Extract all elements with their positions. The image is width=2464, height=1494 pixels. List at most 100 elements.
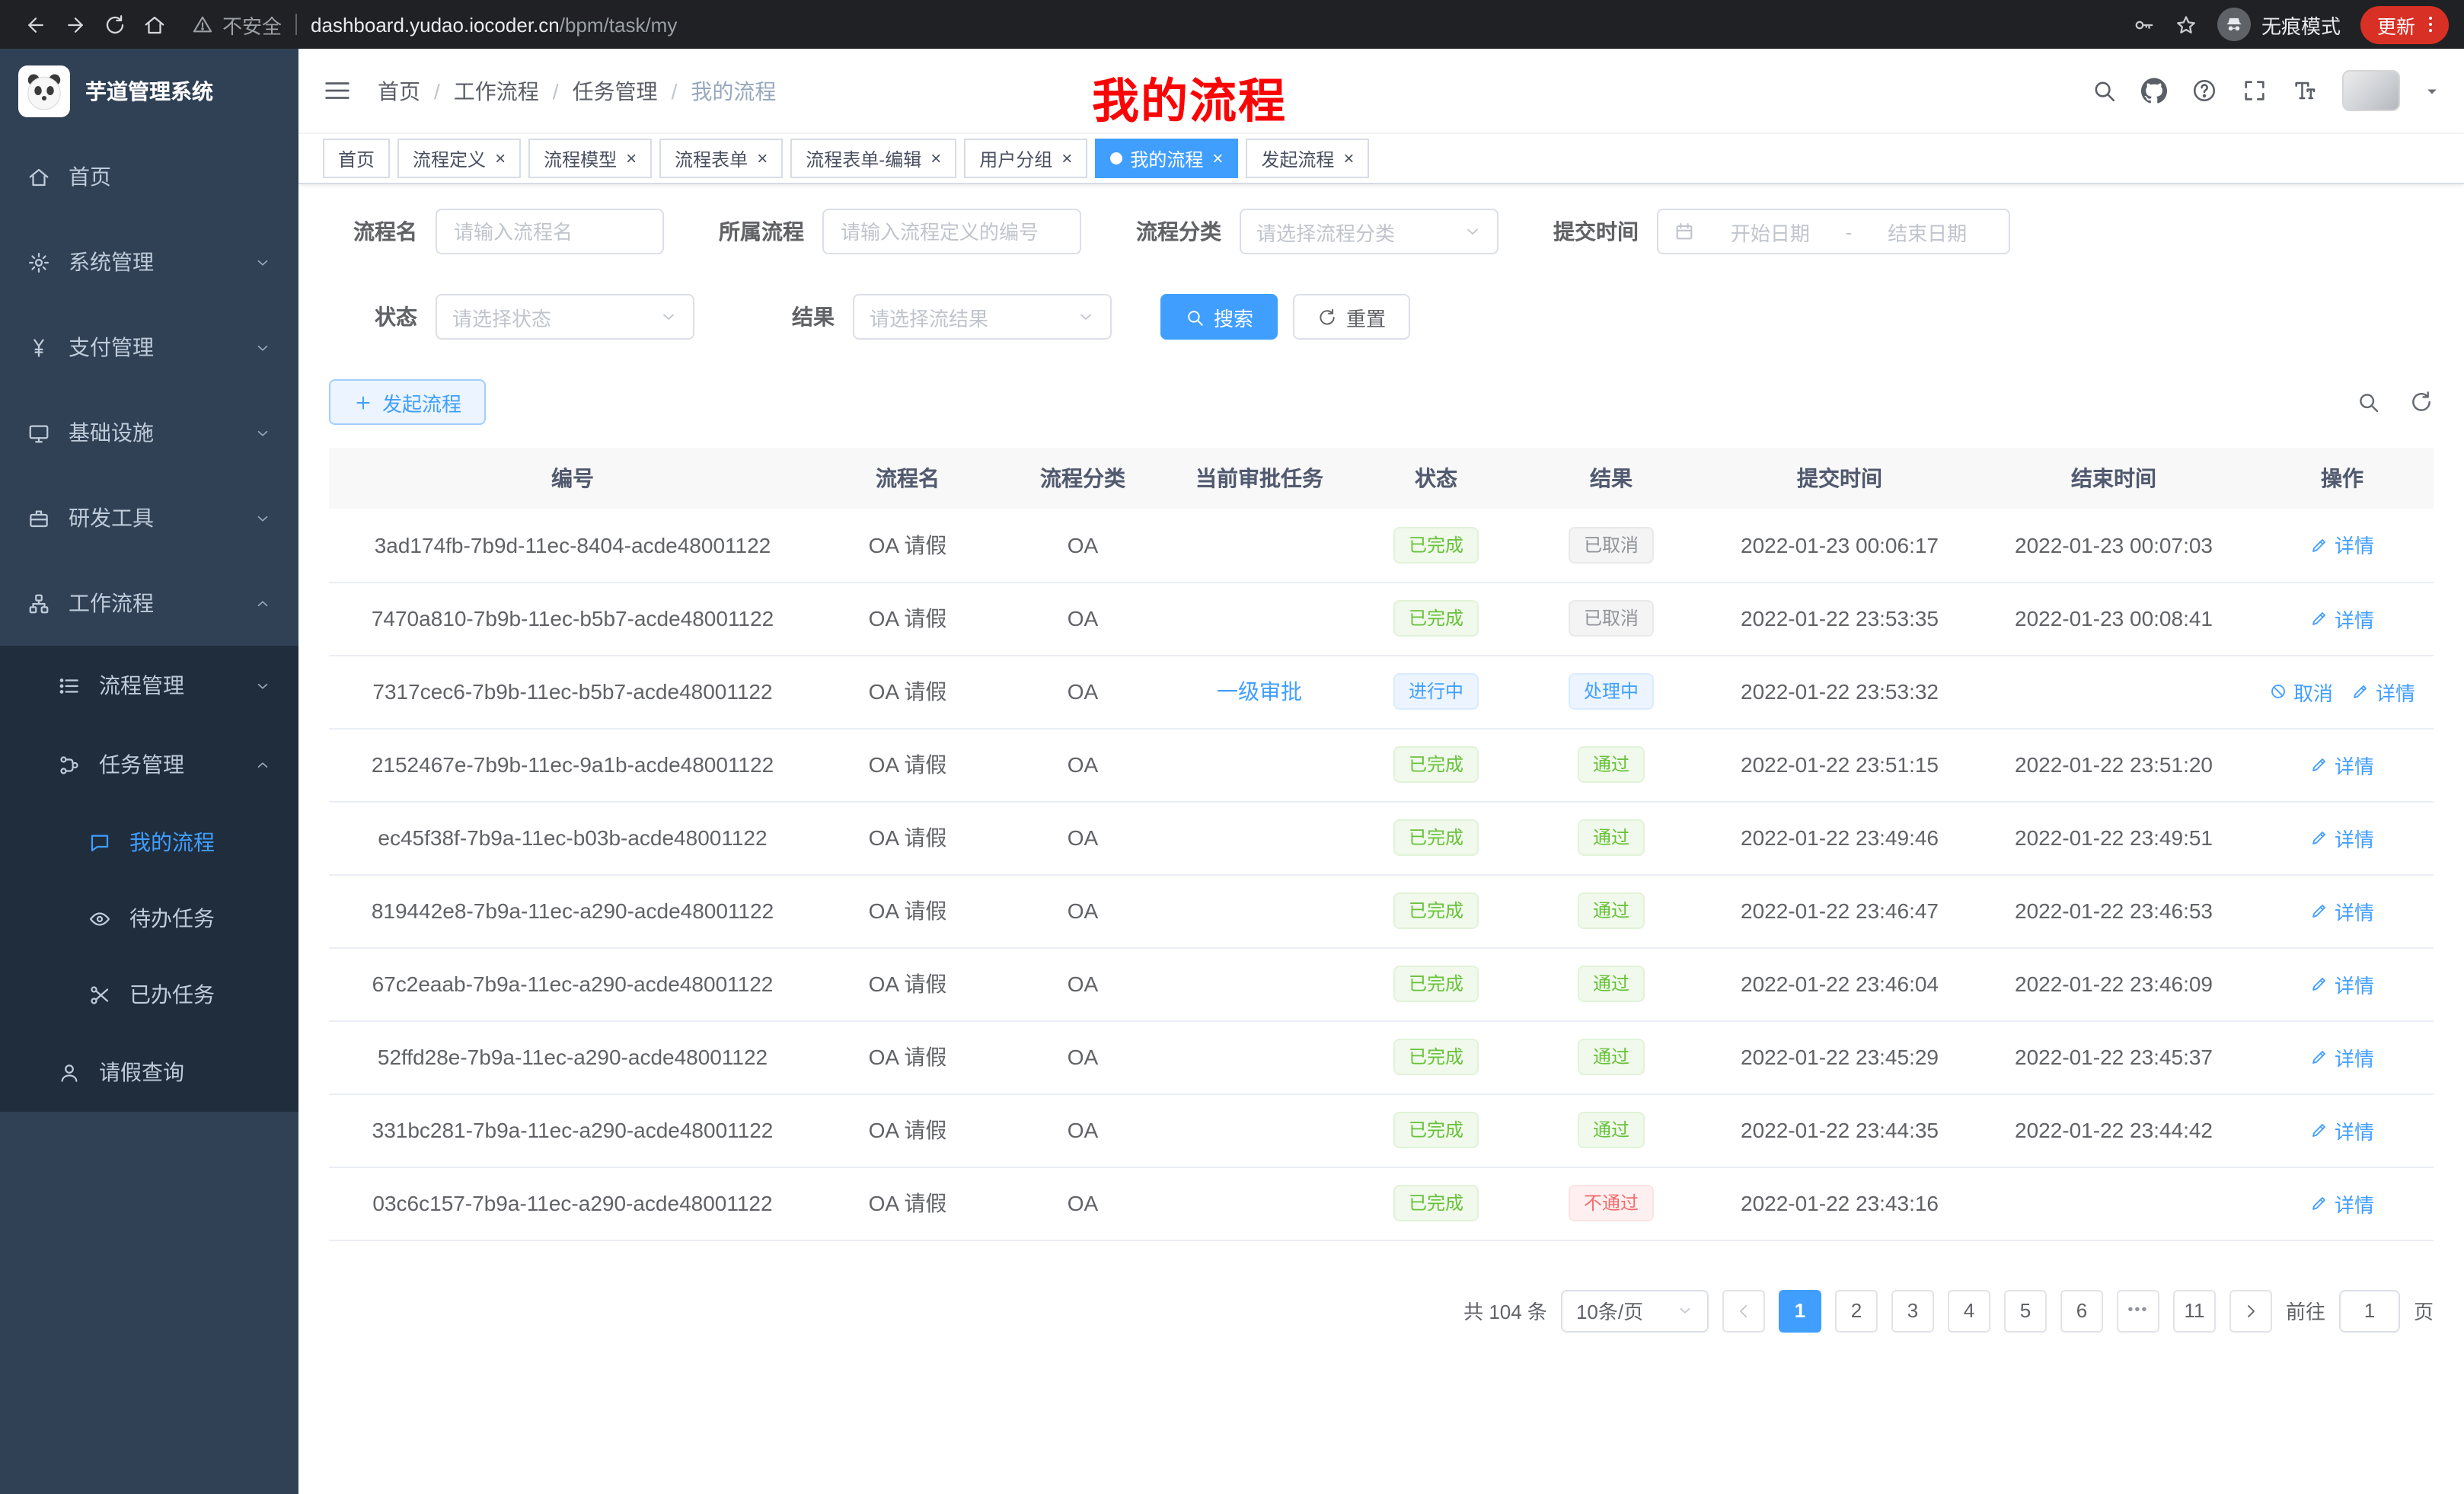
- page-button[interactable]: 5: [2004, 1289, 2047, 1332]
- sidebar-item-payment[interactable]: 支付管理: [0, 305, 298, 390]
- table-refresh-icon[interactable]: [2409, 390, 2434, 414]
- tab-initiate-process[interactable]: 发起流程×: [1246, 139, 1369, 178]
- reset-button[interactable]: 重置: [1293, 294, 1410, 340]
- sidebar-item-infrastructure[interactable]: 基础设施: [0, 390, 298, 475]
- sidebar-item-label: 任务管理: [99, 749, 236, 780]
- sidebar-item-todo-tasks[interactable]: 待办任务: [0, 880, 298, 956]
- chevron-down-icon: [1463, 222, 1482, 241]
- tab-my-process[interactable]: 我的流程×: [1095, 139, 1238, 178]
- detail-link[interactable]: 详情: [2310, 531, 2374, 560]
- breadcrumb-item: 任务管理: [573, 75, 658, 106]
- home-icon[interactable]: [134, 5, 174, 44]
- sidebar-item-home[interactable]: 首页: [0, 134, 298, 219]
- detail-link[interactable]: 详情: [2310, 1116, 2374, 1144]
- cell-category: OA: [999, 1093, 1167, 1167]
- help-icon[interactable]: [2191, 78, 2217, 104]
- detail-link[interactable]: 详情: [2310, 896, 2374, 925]
- github-icon[interactable]: [2141, 78, 2167, 104]
- page-button[interactable]: 2: [1835, 1289, 1878, 1332]
- close-icon[interactable]: ×: [1212, 149, 1223, 168]
- close-icon[interactable]: ×: [1061, 149, 1072, 168]
- sidebar-item-workflow[interactable]: 工作流程: [0, 560, 298, 646]
- sidebar-item-task-management[interactable]: 任务管理: [0, 725, 298, 804]
- page-button[interactable]: 4: [1948, 1289, 1990, 1332]
- column-header: 操作: [2251, 448, 2434, 509]
- filter-label: 所属流程: [713, 216, 804, 247]
- detail-link[interactable]: 详情: [2310, 1042, 2374, 1071]
- hamburger-icon[interactable]: [323, 76, 352, 105]
- bookmark-star-icon[interactable]: [2175, 13, 2197, 36]
- address-bar[interactable]: 不安全 dashboard.yudao.iocoder.cn/bpm/task/…: [192, 10, 2132, 39]
- breadcrumb-item[interactable]: 首页: [378, 75, 420, 106]
- forward-icon[interactable]: [55, 5, 94, 44]
- category-select[interactable]: 请选择流程分类: [1240, 209, 1499, 254]
- tab-home[interactable]: 首页: [323, 139, 390, 178]
- tab-user-group[interactable]: 用户分组×: [964, 139, 1087, 178]
- chrome-update-menu[interactable]: 更新: [2360, 5, 2449, 43]
- cell-submit-time: 2022-01-22 23:46:47: [1703, 874, 1977, 947]
- tab-process-model[interactable]: 流程模型×: [528, 139, 652, 178]
- search-button[interactable]: 搜索: [1160, 294, 1278, 340]
- tab-process-form[interactable]: 流程表单 ×: [659, 139, 783, 178]
- tab-label: 流程表单: [675, 145, 748, 171]
- sidebar-item-system[interactable]: 系统管理: [0, 219, 298, 305]
- process-definition-input[interactable]: [822, 209, 1081, 254]
- font-size-icon[interactable]: [2292, 78, 2318, 104]
- tab-process-form-edit[interactable]: 流程表单-编辑×: [790, 139, 956, 178]
- search-icon[interactable]: [2091, 78, 2117, 104]
- close-icon[interactable]: ×: [1343, 149, 1354, 168]
- close-icon[interactable]: ×: [626, 149, 637, 168]
- detail-link[interactable]: 详情: [2310, 750, 2374, 779]
- detail-link[interactable]: 详情: [2310, 823, 2374, 852]
- prev-page-button[interactable]: [1722, 1289, 1765, 1332]
- page-button[interactable]: 1: [1779, 1289, 1821, 1332]
- app-logo[interactable]: 芋道管理系统: [0, 49, 298, 134]
- sidebar-item-done-tasks[interactable]: 已办任务: [0, 956, 298, 1033]
- cell-result: 通过: [1520, 1020, 1703, 1093]
- cell-category: OA: [999, 655, 1167, 728]
- kebab-menu-icon[interactable]: [2420, 14, 2441, 35]
- result-tag: 通过: [1578, 819, 1645, 856]
- current-task-link[interactable]: 一级审批: [1217, 679, 1302, 704]
- close-icon[interactable]: ×: [495, 149, 506, 168]
- sidebar-item-process-management[interactable]: 流程管理: [0, 646, 298, 725]
- detail-link[interactable]: 详情: [2310, 1189, 2374, 1218]
- toggle-search-icon[interactable]: [2356, 390, 2380, 414]
- detail-link[interactable]: 详情: [2310, 604, 2374, 633]
- result-tag: 通过: [1578, 1039, 1645, 1075]
- detail-link[interactable]: 详情: [2351, 677, 2415, 706]
- sidebar-item-leave-query[interactable]: 请假查询: [0, 1033, 298, 1112]
- page-button[interactable]: 3: [1891, 1289, 1934, 1332]
- goto-page-input[interactable]: [2339, 1289, 2400, 1332]
- create-process-button[interactable]: 发起流程: [329, 379, 486, 425]
- cell-category: OA: [999, 1167, 1167, 1240]
- status-select[interactable]: 请选择状态: [436, 294, 694, 340]
- fullscreen-icon[interactable]: [2242, 78, 2268, 104]
- sidebar-item-my-process[interactable]: 我的流程: [0, 804, 298, 880]
- sidebar-item-dev-tools[interactable]: 研发工具: [0, 475, 298, 560]
- back-icon[interactable]: [15, 5, 55, 44]
- reload-icon[interactable]: [94, 5, 134, 44]
- calendar-icon: [1674, 221, 1695, 242]
- close-icon[interactable]: ×: [930, 149, 941, 168]
- tab-process-definition[interactable]: 流程定义×: [397, 139, 521, 178]
- next-page-button[interactable]: [2229, 1289, 2272, 1332]
- detail-label: 详情: [2335, 604, 2374, 633]
- page-button[interactable]: 11: [2173, 1289, 2216, 1332]
- date-range-picker[interactable]: 开始日期 - 结束日期: [1657, 209, 2010, 254]
- close-icon[interactable]: ×: [757, 149, 768, 168]
- process-name-input[interactable]: [436, 209, 664, 254]
- cell-id: 52ffd28e-7b9a-11ec-a290-acde48001122: [329, 1020, 816, 1093]
- cell-submit-time: 2022-01-22 23:51:15: [1703, 728, 1977, 801]
- result-select[interactable]: 请选择流结果: [853, 294, 1112, 340]
- page-button[interactable]: 6: [2060, 1289, 2103, 1332]
- more-pages-button[interactable]: •••: [2117, 1289, 2159, 1332]
- caret-down-icon[interactable]: [2424, 83, 2440, 98]
- not-secure-chip[interactable]: 不安全: [192, 10, 282, 39]
- key-icon[interactable]: [2132, 13, 2155, 36]
- cancel-link[interactable]: 取消: [2269, 677, 2333, 706]
- page-size-select[interactable]: 10条/页: [1561, 1289, 1709, 1332]
- detail-label: 详情: [2335, 1042, 2374, 1071]
- avatar[interactable]: [2342, 70, 2400, 111]
- detail-link[interactable]: 详情: [2310, 969, 2374, 998]
